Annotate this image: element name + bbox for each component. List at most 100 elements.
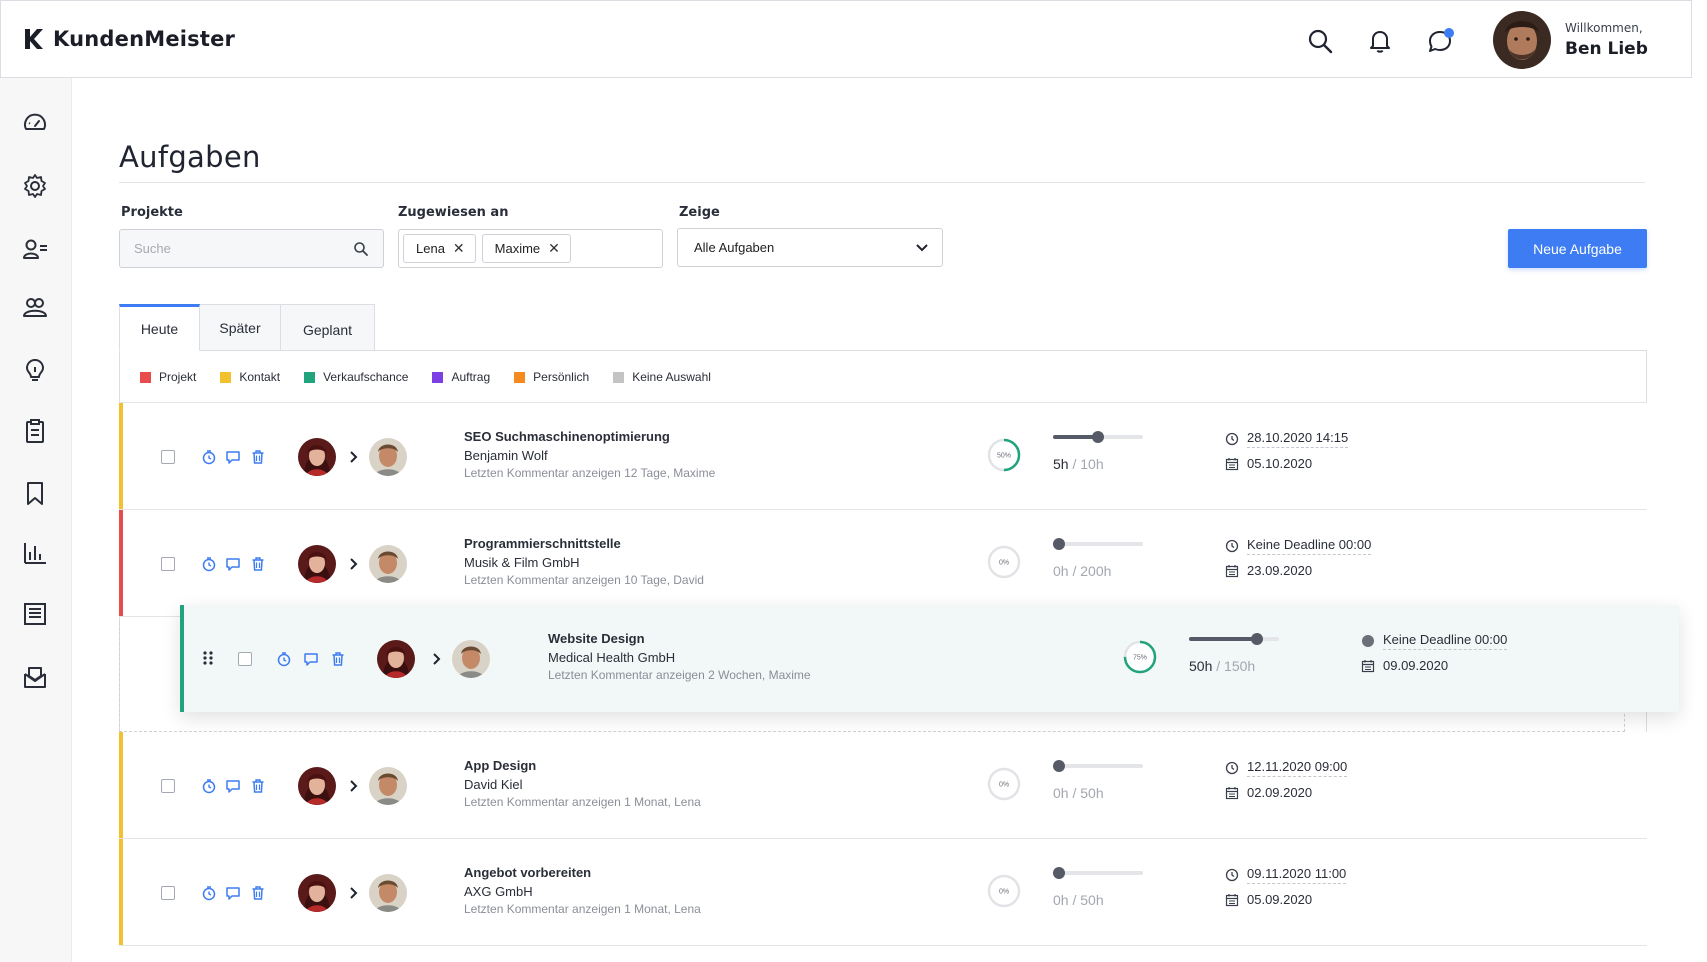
user-avatar[interactable] (1493, 11, 1551, 69)
task-checkbox[interactable] (238, 652, 252, 666)
assignee-avatar[interactable] (452, 640, 490, 678)
trash-icon[interactable] (250, 556, 266, 572)
task-checkbox[interactable] (161, 557, 175, 571)
start-date[interactable]: 05.09.2020 (1225, 892, 1312, 907)
contacts-list-icon[interactable] (22, 236, 48, 262)
timer-icon[interactable] (201, 449, 217, 465)
task-client[interactable]: David Kiel (464, 777, 523, 792)
task-row[interactable]: Programmierschnittstelle Musik & Film Gm… (119, 510, 1647, 617)
bar-chart-icon[interactable] (22, 540, 48, 566)
comment-icon[interactable] (225, 556, 241, 572)
legend-item[interactable]: Persönlich (514, 370, 589, 384)
task-row[interactable]: App Design David Kiel Letzten Kommentar … (119, 732, 1647, 839)
bookmark-icon[interactable] (22, 480, 48, 506)
deadline[interactable]: Keine Deadline 00:00 (1361, 632, 1508, 650)
start-date[interactable]: 23.09.2020 (1225, 563, 1312, 578)
last-comment-link[interactable]: Letzten Kommentar anzeigen 2 Wochen, Max… (548, 668, 811, 682)
hours-slider[interactable] (1053, 429, 1143, 445)
mail-inbox-icon[interactable] (22, 664, 48, 690)
show-select[interactable]: Alle Aufgaben (677, 228, 943, 267)
new-task-button[interactable]: Neue Aufgabe (1508, 229, 1647, 268)
task-client[interactable]: Medical Health GmbH (548, 650, 675, 665)
search-icon[interactable] (1306, 27, 1334, 55)
timer-icon[interactable] (201, 556, 217, 572)
start-date[interactable]: 09.09.2020 (1361, 658, 1448, 673)
task-checkbox[interactable] (161, 450, 175, 464)
lightbulb-icon[interactable] (22, 358, 48, 384)
hours-slider[interactable] (1053, 536, 1143, 552)
assigner-avatar[interactable] (298, 438, 336, 476)
slider-knob[interactable] (1053, 538, 1065, 550)
legend-item[interactable]: Verkaufschance (304, 370, 408, 384)
tab-today[interactable]: Heute (119, 304, 200, 351)
assignee-avatar[interactable] (369, 545, 407, 583)
trash-icon[interactable] (250, 885, 266, 901)
remove-chip-icon[interactable]: ✕ (453, 240, 465, 257)
slider-knob[interactable] (1053, 760, 1065, 772)
search-icon[interactable] (353, 241, 369, 257)
start-date[interactable]: 02.09.2020 (1225, 785, 1312, 800)
task-row[interactable]: Angebot vorbereiten AXG GmbH Letzten Kom… (119, 839, 1647, 946)
task-title[interactable]: SEO Suchmaschinenoptimierung (464, 429, 670, 444)
bell-icon[interactable] (1366, 27, 1394, 55)
timer-icon[interactable] (201, 885, 217, 901)
deadline[interactable]: 12.11.2020 09:00 (1225, 759, 1348, 777)
user-menu[interactable]: Willkommen, Ben Lieb (1493, 11, 1648, 69)
comment-icon[interactable] (303, 651, 319, 667)
legend-item[interactable]: Projekt (140, 370, 196, 384)
drag-handle-icon[interactable] (202, 650, 214, 666)
legend-item[interactable]: Kontakt (220, 370, 280, 384)
tab-later[interactable]: Später (199, 304, 281, 351)
task-client[interactable]: AXG GmbH (464, 884, 533, 899)
timer-icon[interactable] (201, 778, 217, 794)
assigner-avatar[interactable] (377, 640, 415, 678)
last-comment-link[interactable]: Letzten Kommentar anzeigen 1 Monat, Lena (464, 795, 701, 809)
trash-icon[interactable] (330, 651, 346, 667)
trash-icon[interactable] (250, 449, 266, 465)
assignee-avatar[interactable] (369, 438, 407, 476)
task-client[interactable]: Benjamin Wolf (464, 448, 548, 463)
clipboard-icon[interactable] (22, 418, 48, 444)
task-checkbox[interactable] (161, 886, 175, 900)
comment-icon[interactable] (225, 449, 241, 465)
hours-slider[interactable] (1053, 865, 1143, 881)
task-row[interactable]: SEO Suchmaschinenoptimierung Benjamin Wo… (119, 403, 1647, 510)
task-row-dragging[interactable]: Website Design Medical Health GmbH Letzt… (180, 605, 1679, 712)
slider-knob[interactable] (1250, 633, 1263, 645)
legend-item[interactable]: Keine Auswahl (613, 370, 711, 384)
hours-slider[interactable] (1189, 631, 1279, 647)
last-comment-link[interactable]: Letzten Kommentar anzeigen 10 Tage, Davi… (464, 573, 704, 587)
last-comment-link[interactable]: Letzten Kommentar anzeigen 1 Monat, Lena (464, 902, 701, 916)
last-comment-link[interactable]: Letzten Kommentar anzeigen 12 Tage, Maxi… (464, 466, 715, 480)
task-title[interactable]: Angebot vorbereiten (464, 865, 591, 880)
comment-icon[interactable] (225, 778, 241, 794)
task-title[interactable]: App Design (464, 758, 536, 773)
report-list-icon[interactable] (22, 601, 48, 627)
team-icon[interactable] (22, 294, 48, 320)
assignee-input[interactable]: Lena ✕ Maxime ✕ (398, 229, 663, 268)
assignee-avatar[interactable] (369, 874, 407, 912)
dashboard-gauge-icon[interactable] (22, 111, 48, 137)
project-search-input[interactable] (120, 230, 340, 267)
trash-icon[interactable] (250, 778, 266, 794)
logo[interactable]: KundenMeister (23, 27, 235, 51)
timer-icon[interactable] (276, 651, 292, 667)
deadline[interactable]: 09.11.2020 11:00 (1225, 866, 1347, 884)
assigner-avatar[interactable] (298, 767, 336, 805)
assignee-avatar[interactable] (369, 767, 407, 805)
task-client[interactable]: Musik & Film GmbH (464, 555, 580, 570)
deadline[interactable]: 28.10.2020 14:15 (1225, 430, 1349, 448)
settings-gear-icon[interactable] (22, 173, 48, 199)
assigner-avatar[interactable] (298, 545, 336, 583)
remove-chip-icon[interactable]: ✕ (548, 240, 560, 257)
chat-icon[interactable] (1426, 27, 1454, 55)
slider-knob[interactable] (1092, 431, 1104, 443)
slider-knob[interactable] (1053, 867, 1065, 879)
task-checkbox[interactable] (161, 779, 175, 793)
deadline[interactable]: Keine Deadline 00:00 (1225, 537, 1372, 555)
start-date[interactable]: 05.10.2020 (1225, 456, 1312, 471)
hours-slider[interactable] (1053, 758, 1143, 774)
task-title[interactable]: Website Design (548, 631, 645, 646)
comment-icon[interactable] (225, 885, 241, 901)
tab-planned[interactable]: Geplant (280, 304, 375, 351)
